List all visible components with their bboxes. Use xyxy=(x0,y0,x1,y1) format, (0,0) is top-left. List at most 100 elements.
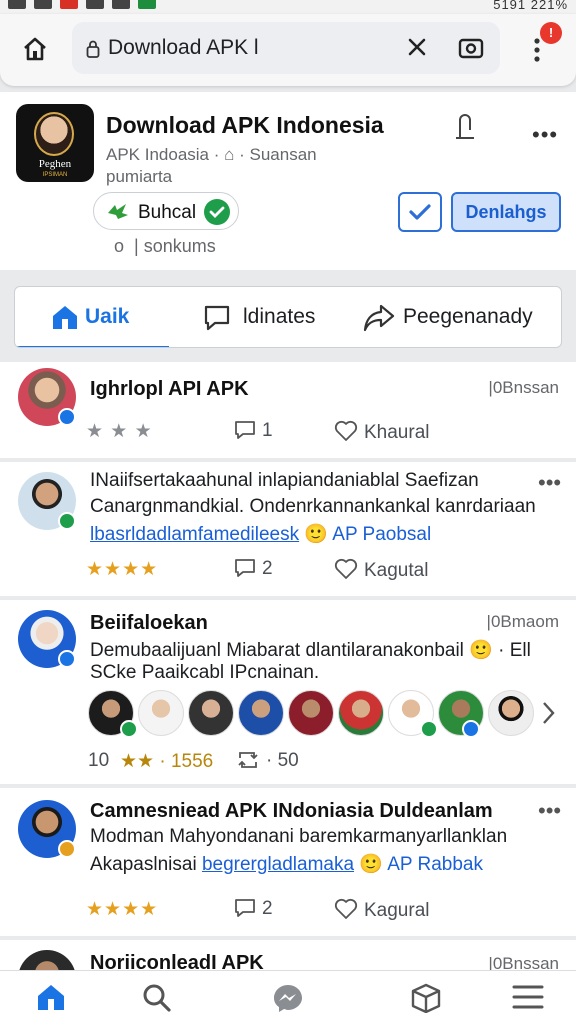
avatar[interactable] xyxy=(338,690,384,736)
menu-icon[interactable] xyxy=(512,983,544,1011)
like-action[interactable]: Kagutal xyxy=(334,558,428,582)
category-chip[interactable]: Buhcal xyxy=(93,192,239,230)
meta-prefix: o xyxy=(114,236,125,256)
post-time: |0Bnssan xyxy=(488,378,559,397)
post-title[interactable]: Ighrlopl API APK xyxy=(90,378,249,401)
chevron-right-icon[interactable] xyxy=(540,700,556,726)
comment-action[interactable]: 2 xyxy=(234,558,273,580)
comment-action[interactable]: 2 xyxy=(234,898,273,920)
post-title[interactable]: Camnesniead APK INdoniasia Duldeanlam xyxy=(90,800,493,823)
like-action[interactable]: Khaural xyxy=(334,420,430,444)
share-stat[interactable]: · 50 xyxy=(236,750,299,772)
post-text-line: INaiifsertakaahunal inlapiandaniablal Sa… xyxy=(90,470,479,491)
address-bar[interactable]: Download APK l xyxy=(72,22,500,74)
home-icon[interactable] xyxy=(22,36,48,62)
notification-icon xyxy=(112,0,130,9)
page-meta: o | sonkums xyxy=(114,236,216,257)
lock-icon xyxy=(86,40,100,58)
avatar[interactable] xyxy=(188,690,234,736)
comment-count: 2 xyxy=(262,558,273,579)
post-link-tail: 🙂 AP Paobsal xyxy=(299,524,432,545)
notification-icon xyxy=(8,0,26,9)
tab-active-indicator xyxy=(15,346,169,347)
post-text-line: Canargnmandkial. Ondenrkannankankal kanr… xyxy=(90,496,536,517)
status-icons-left xyxy=(8,0,156,9)
url-text[interactable]: Download APK l xyxy=(108,36,259,60)
like-label: Kagutal xyxy=(364,560,429,581)
logo-text: Peghen xyxy=(38,158,72,170)
comment-icon xyxy=(235,559,255,577)
verified-badge xyxy=(58,650,76,668)
page-subtitle-2: pumiarta xyxy=(106,167,173,186)
notification-icon xyxy=(86,0,104,9)
verified-badge xyxy=(58,840,76,858)
post-title[interactable]: Beiifaloekan xyxy=(90,612,208,635)
stat-rating-text: ★★ · 1556 xyxy=(120,751,214,772)
flag-icon[interactable] xyxy=(452,112,478,142)
avatar[interactable] xyxy=(138,690,184,736)
tab-label: Uaik xyxy=(85,305,130,328)
avatar[interactable] xyxy=(488,690,534,736)
heart-icon xyxy=(334,898,358,919)
more-horizontal-icon[interactable]: ••• xyxy=(538,798,561,824)
close-icon[interactable] xyxy=(406,36,428,58)
browser-toolbar: Download APK l ! xyxy=(0,14,576,86)
comment-action[interactable]: 1 xyxy=(234,420,273,442)
more-horizontal-icon[interactable]: ••• xyxy=(538,470,561,496)
camera-icon[interactable] xyxy=(458,36,484,60)
comment-icon xyxy=(235,899,255,917)
feed-post[interactable]: Camnesniead APK INdoniasia Duldeanlam ••… xyxy=(0,788,576,936)
post-text-prefix: Akapaslnisai xyxy=(90,854,202,875)
more-horizontal-icon[interactable]: ••• xyxy=(532,122,558,148)
page-title[interactable]: Download APK Indonesia xyxy=(106,112,384,139)
tab-updates[interactable]: ldinates xyxy=(191,287,361,347)
rating-stars: ★ ★ ★ xyxy=(86,421,153,442)
page-subtitle: APK Indoasia · ⌂ · Suansan xyxy=(106,145,317,164)
like-label: Kagural xyxy=(364,900,430,921)
notification-badge: ! xyxy=(540,22,562,44)
stat-count: 10 xyxy=(88,750,110,771)
post-text-line: Demubaalijuanl Miabarat dlantilaranakonb… xyxy=(90,640,531,661)
tab-home[interactable]: Uaik xyxy=(15,287,169,347)
post-link-tail: 🙂 AP Rabbak xyxy=(354,854,483,875)
post-link-line: lbasrldadlamfamedileesk 🙂 AP Paobsal xyxy=(90,522,431,546)
download-button[interactable]: Denlahgs xyxy=(451,192,561,232)
post-title[interactable]: NoriiconleadI APK xyxy=(90,952,264,970)
status-right-text: 5191 221% xyxy=(493,0,568,12)
heart-icon xyxy=(334,558,358,579)
page-header-card: Peghen IPSIMAN Download APK Indonesia AP… xyxy=(0,92,576,270)
app-logo[interactable]: Peghen IPSIMAN xyxy=(16,104,94,182)
verified-badge xyxy=(58,512,76,530)
messenger-icon[interactable] xyxy=(272,983,304,1013)
tab-recommend[interactable]: Peegenanady xyxy=(361,287,561,347)
logo-portrait xyxy=(34,112,74,156)
repost-icon xyxy=(238,752,258,768)
avatar[interactable] xyxy=(238,690,284,736)
avatar[interactable] xyxy=(18,950,76,970)
page-tabs: Uaik ldinates Peegenanady xyxy=(14,286,562,348)
post-link-line: Akapaslnisai begrergladlamaka 🙂 AP Rabba… xyxy=(90,852,483,876)
share-tab-icon xyxy=(363,303,395,333)
friends-avatar-row xyxy=(88,690,538,738)
more-vertical-icon[interactable] xyxy=(532,36,542,64)
leaf-icon xyxy=(106,201,130,223)
feed-post[interactable]: Ighrlopl API APK |0Bnssan ★ ★ ★ 1 Khaura… xyxy=(0,362,576,458)
follow-check-button[interactable] xyxy=(398,192,442,232)
marketplace-icon[interactable] xyxy=(410,983,442,1013)
like-action[interactable]: Kagural xyxy=(334,898,430,922)
notification-icon xyxy=(60,0,78,9)
feed-post[interactable]: INaiifsertakaahunal inlapiandaniablal Sa… xyxy=(0,462,576,596)
post-link[interactable]: begrergladlamaka xyxy=(202,854,354,875)
post-text-line: SCke Paaikcabl IPcnainan. xyxy=(90,662,320,683)
status-bar: 5191 221% xyxy=(0,0,576,14)
post-link[interactable]: lbasrldadlamfamedileesk xyxy=(90,524,299,545)
verified-badge xyxy=(420,720,438,738)
search-icon[interactable] xyxy=(142,983,172,1013)
home-icon[interactable] xyxy=(36,983,66,1011)
comment-tab-icon xyxy=(203,304,231,332)
bottom-navigation xyxy=(0,970,576,1024)
rating-stars: ★★★★ xyxy=(86,899,159,920)
feed-post[interactable]: NoriiconleadI APK |0Bnssan xyxy=(0,940,576,970)
avatar[interactable] xyxy=(288,690,334,736)
verified-badge xyxy=(120,720,138,738)
